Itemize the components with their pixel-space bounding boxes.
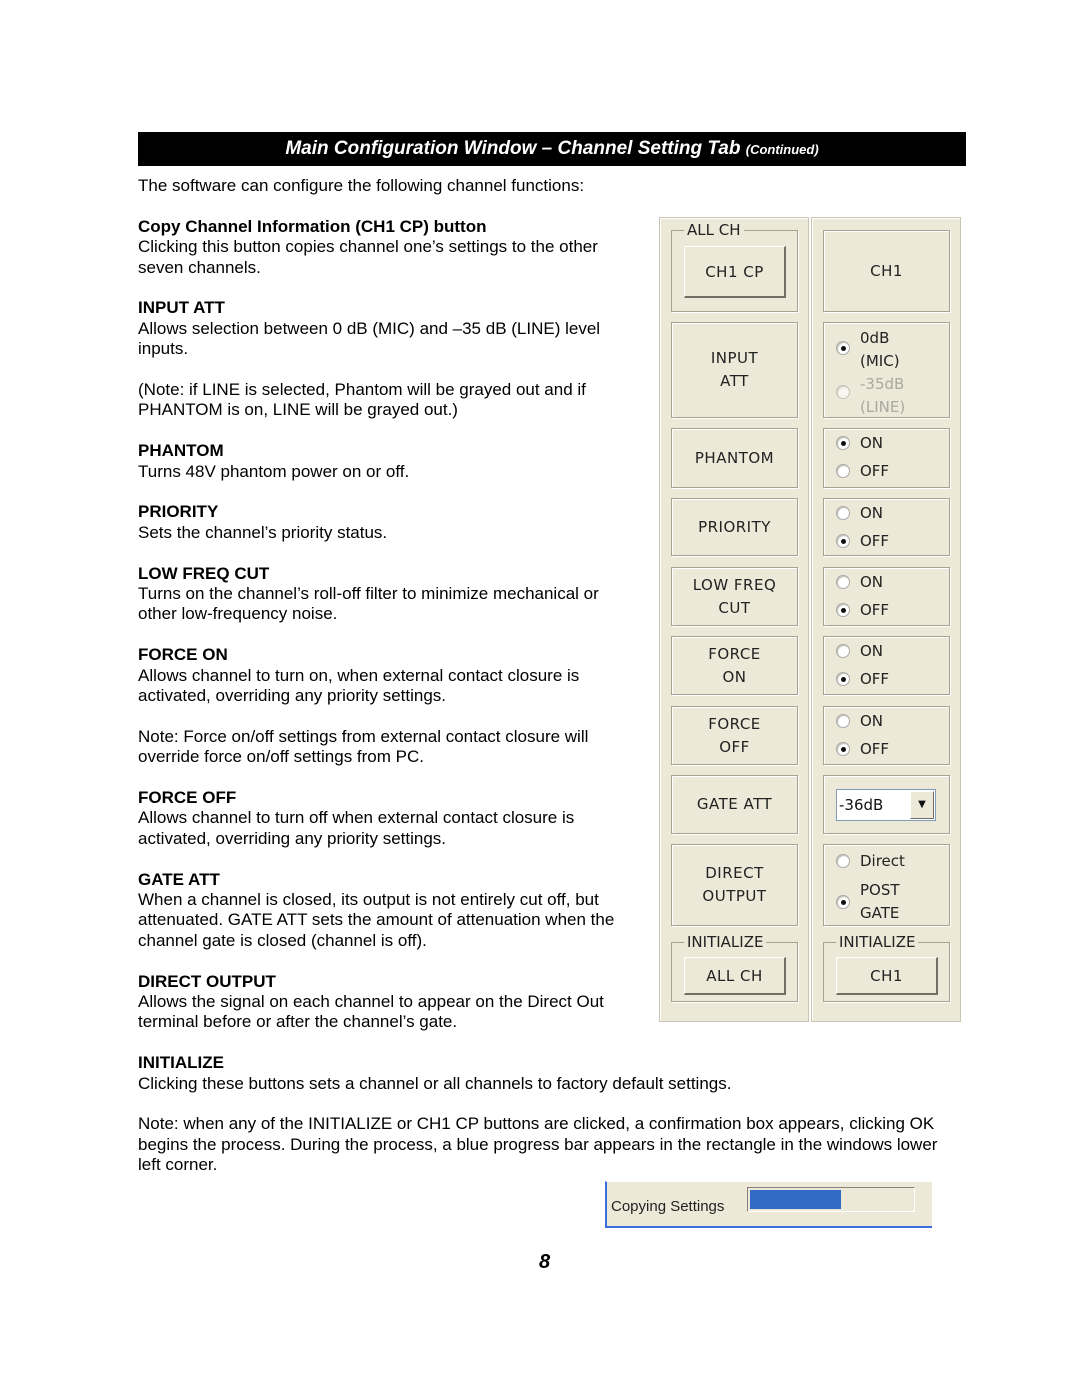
radio-empty-icon [836, 644, 850, 658]
priority-off-radio[interactable]: OFF [836, 532, 889, 550]
radio-selected-icon [836, 341, 850, 355]
section-title-bar: Main Configuration Window – Channel Sett… [138, 132, 966, 166]
all-ch-legend: ALL CH [684, 220, 744, 240]
low-freq-cut-label: LOW FREQ CUT [671, 567, 798, 626]
input-att-line-radio[interactable]: -35dB (LINE) [836, 373, 905, 419]
gate-att-label: GATE ATT [671, 775, 798, 834]
radio-empty-icon [836, 575, 850, 589]
section-body-line: Clicking these buttons sets a channel or… [138, 1073, 732, 1093]
force-off-label: FORCE OFF [671, 706, 798, 765]
direct-output-radio-group: Direct POST GATE [823, 844, 950, 926]
panel-right-column: CH1 0dB (MIC) -35dB (LINE) ON OFF ON OFF O… [811, 217, 961, 1022]
radio-selected-icon [836, 742, 850, 756]
channel-label: CH1 [823, 230, 950, 312]
phantom-on-radio[interactable]: ON [836, 434, 883, 452]
radio-empty-icon [836, 854, 850, 868]
gate-att-group: -36dB ▼ [823, 775, 950, 834]
progress-status-area: Copying Settings [605, 1181, 932, 1228]
radio-selected-icon [836, 895, 850, 909]
section-9: INITIALIZE Clicking these buttons sets a … [138, 1053, 937, 1094]
title-suffix: (Continued) [745, 142, 819, 157]
final-note-line: Note: when any of the INITIALIZE or CH1 … [138, 1114, 935, 1134]
title-main: Main Configuration Window – Channel Sett… [285, 138, 741, 159]
priority-radio-group: ON OFF [823, 498, 950, 556]
low-freq-radio-group: ON OFF [823, 567, 950, 626]
force-off-radio-group: ON OFF [823, 706, 950, 765]
section-heading: INITIALIZE [138, 1053, 224, 1073]
page-number: 8 [539, 1251, 551, 1273]
radio-empty-icon [836, 464, 850, 478]
low-freq-on-radio[interactable]: ON [836, 573, 883, 591]
force-on-label: FORCE ON [671, 636, 798, 695]
priority-label: PRIORITY [671, 498, 798, 556]
force-off-off-radio[interactable]: OFF [836, 740, 889, 758]
low-freq-off-radio[interactable]: OFF [836, 601, 889, 619]
radio-empty-icon [836, 714, 850, 728]
phantom-label: PHANTOM [671, 428, 798, 488]
panel-left-column: ALL CH CH1 CP INPUT ATT PHANTOM PRIORITY … [659, 217, 809, 1022]
initialize-all-group: INITIALIZE ALL CH [671, 932, 798, 1002]
chevron-down-icon[interactable]: ▼ [910, 791, 934, 819]
force-on-radio-group: ON OFF [823, 636, 950, 695]
all-ch-group: ALL CH CH1 CP [671, 220, 798, 312]
initialize-all-ch-button[interactable]: ALL CH [684, 957, 786, 995]
phantom-off-radio[interactable]: OFF [836, 462, 889, 480]
gate-att-select[interactable]: -36dB ▼ [836, 789, 936, 821]
input-att-mic-radio[interactable]: 0dB (MIC) [836, 327, 900, 373]
initialize-ch1-button[interactable]: CH1 [836, 957, 938, 995]
progress-bar [747, 1187, 915, 1212]
radio-empty-icon [836, 385, 850, 399]
progress-fill [750, 1190, 841, 1209]
radio-selected-icon [836, 534, 850, 548]
phantom-radio-group: ON OFF [823, 428, 950, 488]
force-on-off-radio[interactable]: OFF [836, 670, 889, 688]
initialize-ch1-group: INITIALIZE CH1 [823, 932, 950, 1002]
input-att-label: INPUT ATT [671, 322, 798, 418]
final-note-line: begins the process. During the process, … [138, 1134, 938, 1154]
radio-selected-icon [836, 672, 850, 686]
ch1-cp-button[interactable]: CH1 CP [684, 246, 786, 298]
final-note-line: left corner. [138, 1155, 218, 1175]
final-note: Note: when any of the INITIALIZE or CH1 … [138, 1114, 937, 1175]
input-att-radio-group: 0dB (MIC) -35dB (LINE) [823, 322, 950, 418]
force-off-on-radio[interactable]: ON [836, 712, 883, 730]
post-gate-radio[interactable]: POST GATE [836, 879, 900, 925]
radio-selected-icon [836, 603, 850, 617]
direct-output-label: DIRECT OUTPUT [671, 844, 798, 926]
progress-label: Copying Settings [611, 1198, 725, 1215]
initialize-legend: INITIALIZE [836, 932, 919, 952]
force-on-on-radio[interactable]: ON [836, 642, 883, 660]
direct-radio[interactable]: Direct [836, 852, 905, 870]
radio-empty-icon [836, 506, 850, 520]
initialize-legend: INITIALIZE [684, 932, 767, 952]
priority-on-radio[interactable]: ON [836, 504, 883, 522]
intro: The software can configure the following… [138, 176, 585, 195]
radio-selected-icon [836, 436, 850, 450]
